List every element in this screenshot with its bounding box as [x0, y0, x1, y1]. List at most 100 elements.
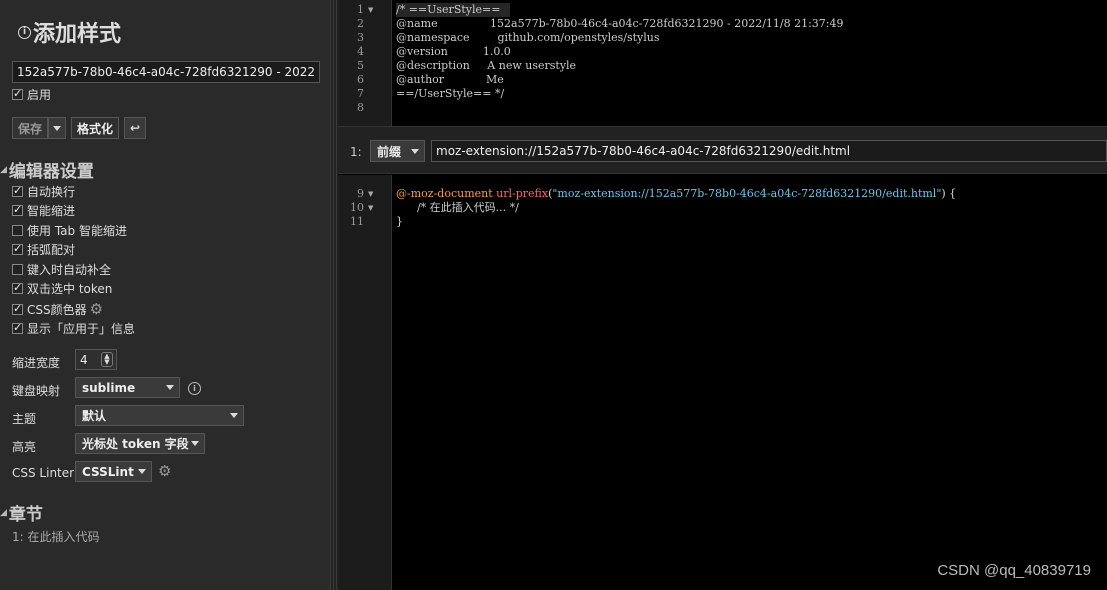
- section-type-select[interactable]: 前缀: [370, 140, 425, 162]
- theme-select[interactable]: 默认: [75, 405, 244, 426]
- code-line: @description A new userstyle: [396, 59, 577, 72]
- option-row[interactable]: 括弧配对: [12, 241, 75, 258]
- watermark: CSDN @qq_40839719: [937, 562, 1091, 579]
- info-icon[interactable]: i: [18, 25, 31, 39]
- meta-gutter: 1 ▼ 2 3 4 5 6 7 8: [338, 0, 392, 126]
- option-label: 使用 Tab 智能缩进: [27, 224, 127, 238]
- line-number: 6: [357, 73, 364, 86]
- theme-label: 主题: [12, 412, 37, 426]
- enabled-label: 启用: [27, 88, 52, 102]
- paren-token: ) {: [941, 187, 957, 200]
- resize-splitter[interactable]: [330, 0, 338, 590]
- function-token: url-prefix: [496, 187, 549, 200]
- option-row[interactable]: 智能缩进: [12, 202, 75, 219]
- keymap-value: sublime: [82, 380, 136, 395]
- section-link[interactable]: 1: 在此插入代码: [12, 528, 100, 545]
- option-label: 自动换行: [27, 185, 76, 199]
- undo-icon: ↩: [130, 121, 141, 135]
- string-token: "moz-extension://152a577b-78b0-46c4-a04c…: [552, 187, 942, 200]
- meta-code-area[interactable]: /* ==UserStyle== @name 152a577b-78b0-46c…: [393, 0, 1107, 126]
- code-editor: 1 ▼ 2 3 4 5 6 7 8 /* ==UserStyle== @name…: [338, 0, 1107, 590]
- option-checkbox[interactable]: [12, 225, 23, 236]
- option-label: 键入时自动补全: [27, 263, 112, 277]
- linter-label: CSS Linter: [12, 466, 75, 480]
- highlight-select[interactable]: 光标处 token 字段: [75, 433, 205, 454]
- keymap-select[interactable]: sublime: [75, 377, 180, 398]
- option-row[interactable]: 自动换行: [12, 183, 75, 200]
- editor-settings-header[interactable]: ◢ 编辑器设置: [0, 157, 94, 182]
- editor-settings-title: 编辑器设置: [8, 162, 94, 182]
- line-number: 9: [357, 187, 364, 200]
- line-number: 1: [357, 3, 364, 16]
- fold-arrow-icon[interactable]: ▼: [368, 3, 373, 17]
- chevron-down-icon: [191, 441, 199, 446]
- at-rule-token: @-moz-document: [396, 187, 493, 200]
- code-line: @author Me: [396, 73, 504, 86]
- highlight-label: 高亮: [12, 440, 37, 454]
- code-line: @namespace github.com/openstyles/stylus: [396, 31, 660, 44]
- fold-arrow-icon[interactable]: ▼: [368, 187, 373, 201]
- save-dropdown-button[interactable]: [48, 117, 67, 139]
- sections-title: 章节: [8, 505, 43, 525]
- line-number: 2: [357, 17, 364, 30]
- linter-value: CSSLint: [82, 464, 134, 479]
- option-label: 双击选中 token: [27, 282, 113, 296]
- editor-sidebar: i 添加样式 启用 保存 格式化 ↩ ◢ 编辑器设置 自动换行 智能缩进 使用 …: [0, 0, 330, 590]
- option-checkbox[interactable]: [12, 242, 23, 255]
- gear-icon[interactable]: ⚙: [90, 300, 103, 318]
- option-row[interactable]: 键入时自动补全: [12, 261, 111, 278]
- option-row[interactable]: 使用 Tab 智能缩进: [12, 222, 127, 239]
- save-button[interactable]: 保存: [12, 117, 49, 139]
- option-row[interactable]: 双击选中 token: [12, 280, 112, 297]
- format-button[interactable]: 格式化: [71, 117, 120, 139]
- indent-value: 4: [80, 352, 88, 367]
- page-title: i 添加样式: [18, 16, 121, 48]
- sections-header[interactable]: ◢ 章节: [0, 500, 43, 525]
- collapse-arrow-icon: ◢: [0, 507, 7, 518]
- indent-label: 缩进宽度: [12, 356, 61, 370]
- enabled-checkbox[interactable]: [12, 87, 23, 100]
- code-line: ==/UserStyle== */: [396, 87, 505, 100]
- line-number: 5: [357, 59, 364, 72]
- option-label: CSS颜色器: [27, 302, 87, 317]
- theme-value: 默认: [82, 409, 107, 423]
- line-number: 7: [357, 87, 364, 100]
- line-number: 4: [357, 45, 364, 58]
- line-number: 11: [350, 215, 364, 228]
- gear-icon[interactable]: ⚙: [158, 462, 171, 480]
- option-checkbox[interactable]: [12, 203, 23, 216]
- undo-button[interactable]: ↩: [124, 117, 147, 139]
- code-gutter: 9 ▼ 10 ▼ 11: [338, 175, 392, 590]
- section-code-area[interactable]: @-moz-document url-prefix("moz-extension…: [393, 175, 1107, 590]
- fold-arrow-icon[interactable]: ▼: [368, 201, 373, 215]
- line-number: 10: [350, 201, 364, 214]
- spin-arrows-icon[interactable]: ▲ ▼: [101, 352, 113, 367]
- code-line: @version 1.0.0: [396, 45, 511, 58]
- code-line: @name 152a577b-78b0-46c4-a04c-728fd63212…: [396, 17, 844, 30]
- style-name-input[interactable]: [12, 61, 320, 83]
- option-label: 智能缩进: [27, 204, 76, 218]
- code-line: /* ==UserStyle==: [396, 3, 510, 17]
- option-checkbox[interactable]: [12, 184, 23, 197]
- chevron-down-icon: [53, 125, 62, 131]
- chevron-down-icon: [230, 413, 238, 418]
- section-url-input[interactable]: [431, 140, 1107, 162]
- info-icon[interactable]: i: [188, 382, 201, 395]
- page-title-text: 添加样式: [33, 22, 122, 47]
- option-row[interactable]: 显示「应用于」信息: [12, 320, 135, 337]
- option-checkbox[interactable]: [12, 281, 23, 294]
- linter-select[interactable]: CSSLint: [75, 461, 152, 482]
- chevron-down-icon: [138, 469, 146, 474]
- option-checkbox[interactable]: [12, 321, 23, 334]
- action-buttons: 保存 格式化 ↩: [12, 117, 147, 139]
- section-header-bar: 1: 前缀: [338, 126, 1107, 174]
- enabled-checkbox-row[interactable]: 启用: [12, 86, 51, 103]
- collapse-arrow-icon: ◢: [0, 164, 7, 175]
- option-row[interactable]: CSS颜色器 ⚙: [12, 300, 103, 318]
- option-checkbox[interactable]: [12, 264, 23, 275]
- section-number: 1:: [350, 145, 362, 159]
- option-checkbox[interactable]: [12, 302, 23, 315]
- indent-stepper[interactable]: 4 ▲ ▼: [75, 349, 117, 370]
- chevron-down-icon: [411, 149, 419, 154]
- chevron-down-icon: [166, 385, 174, 390]
